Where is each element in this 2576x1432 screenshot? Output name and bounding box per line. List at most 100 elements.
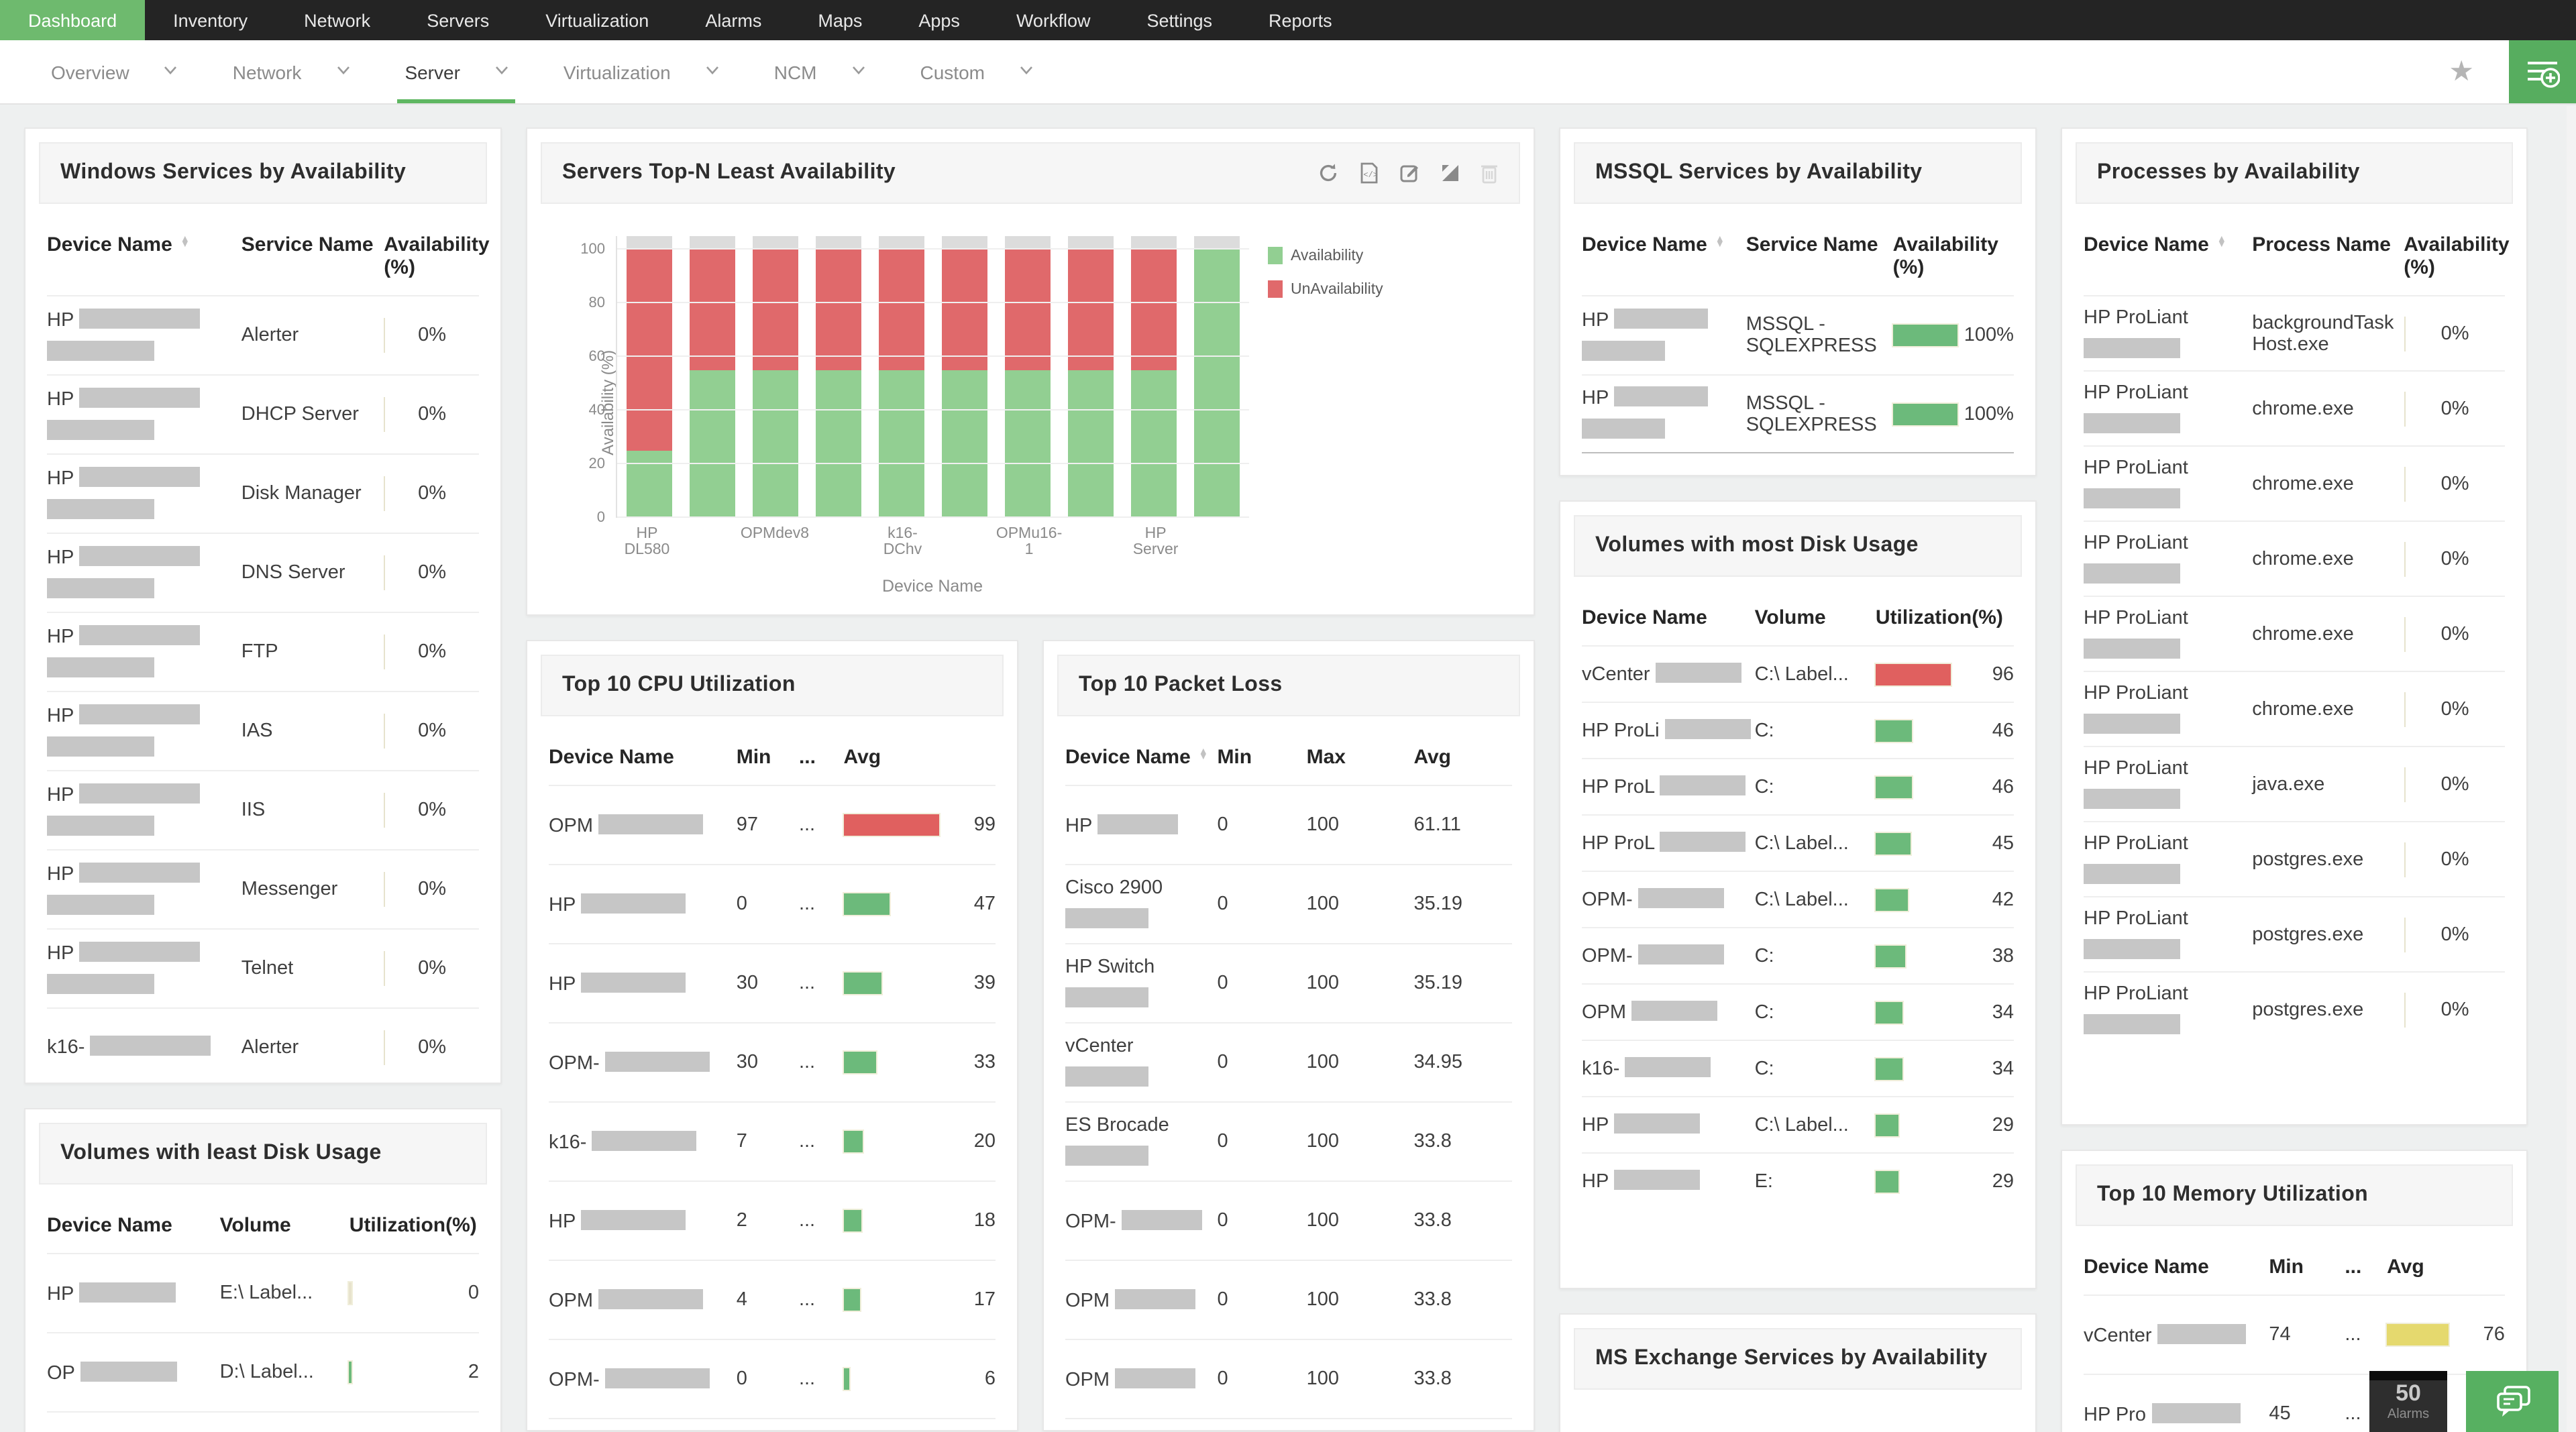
edit-icon[interactable] (1399, 162, 1421, 184)
table-row[interactable]: HP ProLi C: 46 (1582, 702, 2014, 758)
table-row[interactable]: ES Brocade 0 100 33.8 (1065, 1101, 1512, 1180)
avg-bar-cell: 99 (842, 813, 996, 837)
table-row[interactable]: vCenter 74... 76 (2084, 1295, 2505, 1374)
table-row[interactable]: HP 30... 39 (549, 943, 996, 1022)
table-row[interactable]: HP ProLiant postgres.exe 0% (2084, 896, 2505, 971)
chart-bar[interactable] (689, 236, 735, 518)
sort-icon[interactable]: ▲ ▼ (180, 235, 190, 250)
chart-bar[interactable] (752, 236, 798, 518)
table-row[interactable]: HP DNS Server 0% (47, 533, 479, 612)
table-row[interactable]: HP ProLiant backgroundTask Host.exe 0% (2084, 295, 2505, 370)
nav-item-apps[interactable]: Apps (890, 0, 988, 40)
chart-bar[interactable] (1194, 236, 1240, 518)
table-row[interactable]: OPM 97... 99 (549, 785, 996, 864)
table-row[interactable]: HP Disk Manager 0% (47, 453, 479, 533)
favorite-star-icon[interactable]: ★ (2449, 40, 2474, 103)
alarms-badge[interactable]: 50 Alarms (2369, 1371, 2447, 1432)
column-header-device-name[interactable]: Device Name ▲ ▼ (2084, 233, 2252, 279)
table-row[interactable]: OPM C: 34 (1582, 983, 2014, 1040)
table-row[interactable]: HP 2... 18 (549, 1180, 996, 1260)
nav-item-reports[interactable]: Reports (1240, 0, 1360, 40)
nav-item-inventory[interactable]: Inventory (145, 0, 276, 40)
table-row[interactable]: OPM- 0 100 33.8 (1065, 1180, 1512, 1260)
dashboard-tab-server[interactable]: Server (396, 40, 516, 103)
table-row[interactable]: HP Switch 0 100 35.19 (1065, 943, 1512, 1022)
table-row[interactable]: HP DHCP Server 0% (47, 374, 479, 453)
table-row[interactable]: OPM 0 100 33.8 (1065, 1339, 1512, 1418)
table-row[interactable]: HP Telnet 0% (47, 928, 479, 1007)
nav-item-servers[interactable]: Servers (398, 0, 517, 40)
table-row[interactable]: HP ProL C: 46 (1582, 758, 2014, 814)
embed-code-icon[interactable]: </> (1359, 162, 1379, 184)
column-header-device-name[interactable]: Device Name ▲ ▼ (1065, 746, 1217, 769)
nav-item-virtualization[interactable]: Virtualization (517, 0, 677, 40)
sort-icon[interactable]: ▲ ▼ (1199, 747, 1208, 762)
table-row[interactable]: k16- Alerter 0% (47, 1007, 479, 1083)
column-header-device-name[interactable]: Device Name ▲ ▼ (1582, 233, 1746, 279)
delete-icon[interactable] (1480, 162, 1499, 184)
dashboard-tab-custom[interactable]: Custom (920, 40, 1032, 103)
table-row[interactable]: HP ProLiant chrome.exe 0% (2084, 596, 2505, 671)
nav-item-alarms[interactable]: Alarms (677, 0, 790, 40)
table-row[interactable]: HP ProL C:\ Label... 45 (1582, 814, 2014, 871)
dashboard-tab-ncm[interactable]: NCM (774, 40, 865, 103)
table-row[interactable]: OPM- C: 38 (1582, 927, 2014, 983)
table-row[interactable]: HP IIS 0% (47, 770, 479, 849)
table-row[interactable]: k16- 7... 20 (549, 1101, 996, 1180)
table-row[interactable]: HP MSSQL - SQLEXPRESS 100% (1582, 374, 2014, 453)
table-row[interactable]: HP C:\ Label...3 (47, 1411, 479, 1432)
table-row[interactable]: HP E:\ Label... 0 (47, 1253, 479, 1332)
table-row[interactable]: k16- C: 34 (1582, 1040, 2014, 1096)
table-row[interactable]: HP FTP 0% (47, 612, 479, 691)
table-row[interactable]: HP ProLiant chrome.exe 0% (2084, 445, 2505, 520)
table-row[interactable]: HP ProLiant java.exe 0% (2084, 746, 2505, 821)
sort-icon[interactable]: ▲ ▼ (2217, 235, 2226, 250)
chart-bar[interactable] (1131, 236, 1177, 518)
table-row[interactable]: HP E: 29 (1582, 1152, 2014, 1209)
chart-bar[interactable] (815, 236, 861, 518)
table-row[interactable]: OPM- C:\ Label... 42 (1582, 871, 2014, 927)
table-row[interactable]: OPM 0 100 33.8 (1065, 1260, 1512, 1339)
column-header-device-name[interactable]: Device Name ▲ ▼ (47, 233, 241, 279)
nav-item-maps[interactable]: Maps (790, 0, 890, 40)
table-row[interactable]: Cisco 2900 0 100 35.19 (1065, 864, 1512, 943)
table-row[interactable]: vCenter C:\ Label... 96 (1582, 645, 2014, 702)
table-row[interactable]: OP D:\ Label... 2 (47, 1332, 479, 1411)
chart-bar[interactable] (626, 236, 672, 518)
scrollbar[interactable] (2567, 106, 2576, 1432)
table-row[interactable]: HP 0 100 61.11 (1065, 785, 1512, 864)
nav-item-network[interactable]: Network (276, 0, 398, 40)
table-row[interactable]: HP 0... 47 (549, 864, 996, 943)
chart-bar[interactable] (1068, 236, 1114, 518)
dashboard-tab-network[interactable]: Network (233, 40, 350, 103)
chat-button[interactable] (2466, 1371, 2559, 1432)
table-row[interactable]: HP Alerter 0% (47, 295, 479, 374)
sort-icon[interactable]: ▲ ▼ (1715, 235, 1725, 250)
table-row[interactable]: HP IAS 0% (47, 691, 479, 770)
nav-item-settings[interactable]: Settings (1118, 0, 1240, 40)
table-row[interactable]: vCenter 374 (549, 1418, 996, 1430)
table-row[interactable]: OPM- 0... 6 (549, 1339, 996, 1418)
contrast-icon[interactable] (1441, 164, 1460, 182)
chart-bar[interactable] (1005, 236, 1051, 518)
dashboard-tab-overview[interactable]: Overview (51, 40, 177, 103)
nav-item-dashboard[interactable]: Dashboard (0, 0, 146, 40)
table-row[interactable]: OPM 4... 17 (549, 1260, 996, 1339)
table-row[interactable]: HP Messenger 0% (47, 849, 479, 928)
dashboard-tab-virtualization[interactable]: Virtualization (564, 40, 718, 103)
table-row[interactable]: HP ProLiant chrome.exe 0% (2084, 520, 2505, 596)
add-dashboard-button[interactable] (2509, 40, 2576, 103)
table-row[interactable]: HP 010033.56 (1065, 1418, 1512, 1430)
table-row[interactable]: OPM- 30... 33 (549, 1022, 996, 1101)
chart-bar[interactable] (942, 236, 988, 518)
table-row[interactable]: vCenter 0 100 34.95 (1065, 1022, 1512, 1101)
table-row[interactable]: HP ProLiant postgres.exe 0% (2084, 821, 2505, 896)
refresh-icon[interactable] (1318, 162, 1339, 184)
table-row[interactable]: HP ProLiant chrome.exe 0% (2084, 370, 2505, 445)
chart-bar[interactable] (878, 236, 924, 518)
table-row[interactable]: HP ProLiant postgres.exe 0% (2084, 971, 2505, 1046)
table-row[interactable]: HP ProLiant chrome.exe 0% (2084, 671, 2505, 746)
table-row[interactable]: HP MSSQL - SQLEXPRESS 100% (1582, 295, 2014, 374)
table-row[interactable]: HP C:\ Label... 29 (1582, 1096, 2014, 1152)
nav-item-workflow[interactable]: Workflow (988, 0, 1119, 40)
